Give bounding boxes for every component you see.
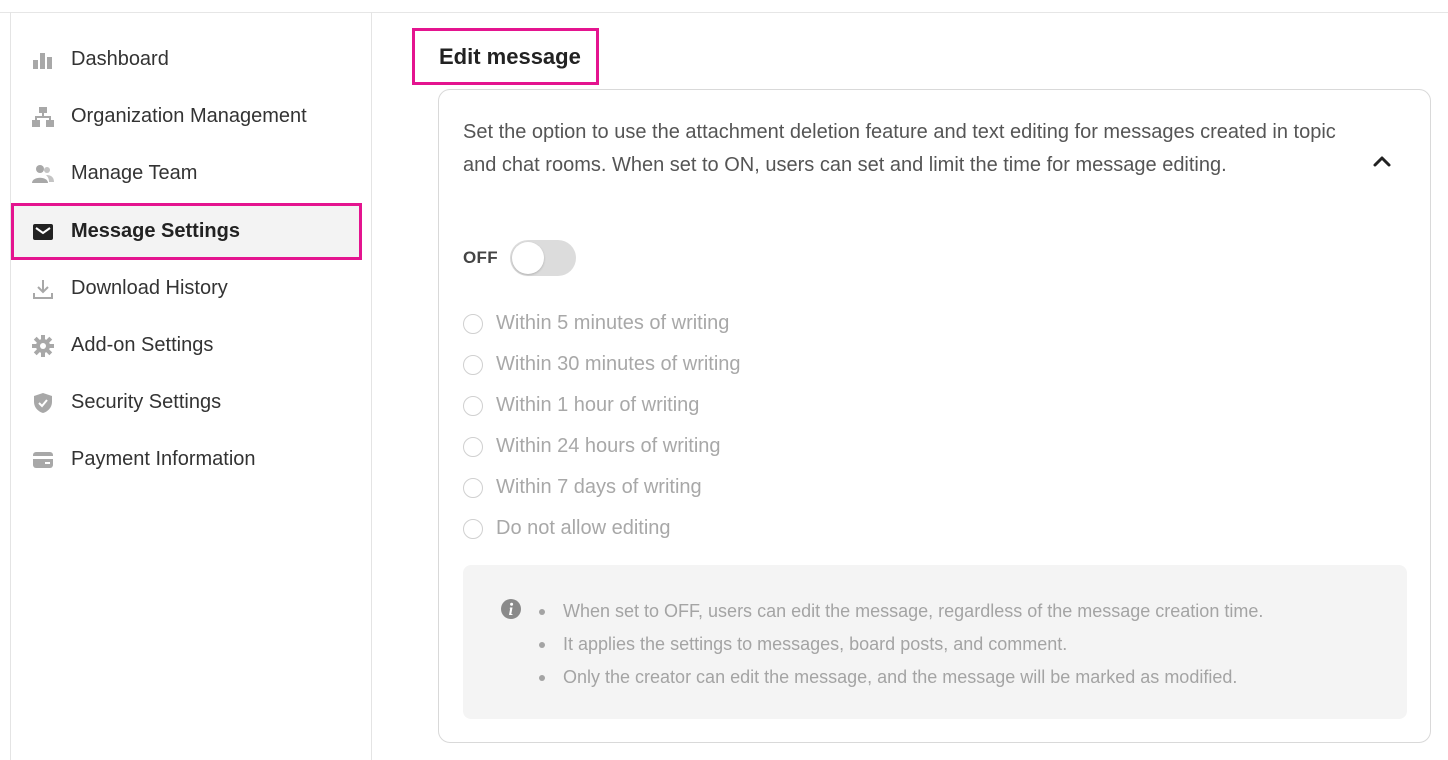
sidebar-item-message-settings[interactable]: Message Settings — [11, 203, 362, 260]
sidebar-item-label: Organization Management — [71, 105, 307, 127]
info-icon — [500, 598, 522, 620]
sidebar-item-label: Download History — [71, 277, 228, 299]
envelope-icon — [32, 221, 54, 243]
info-item: It applies the settings to messages, boa… — [539, 628, 1263, 661]
radio-option-label: Within 1 hour of writing — [496, 394, 700, 416]
edit-time-options: Within 5 minutes of writing Within 30 mi… — [463, 303, 741, 549]
card-description: Set the option to use the attachment del… — [463, 121, 1336, 176]
sidebar-item-label: Manage Team — [71, 162, 198, 184]
radio-option-label: Within 5 minutes of writing — [496, 312, 730, 334]
sidebar-item-label: Add-on Settings — [71, 334, 214, 356]
radio-button[interactable] — [463, 313, 483, 334]
bullet — [539, 608, 545, 615]
chevron-up-icon[interactable] — [1369, 148, 1395, 174]
radio-button[interactable] — [463, 395, 483, 416]
radio-option-label: Within 24 hours of writing — [496, 435, 721, 457]
radio-option[interactable]: Within 7 days of writing — [463, 467, 741, 508]
sidebar-item-label: Security Settings — [71, 391, 222, 413]
radio-option[interactable]: Do not allow editing — [463, 508, 741, 549]
edit-message-card: Set the option to use the attachment del… — [438, 89, 1431, 743]
shield-icon — [32, 392, 54, 414]
sidebar-item-label: Message Settings — [71, 220, 240, 242]
toggle-state-label: OFF — [463, 248, 498, 267]
edit-message-toggle[interactable] — [509, 240, 576, 276]
info-item-text: When set to OFF, users can edit the mess… — [563, 601, 1264, 621]
info-list: When set to OFF, users can edit the mess… — [539, 595, 1263, 694]
info-item-text: Only the creator can edit the message, a… — [563, 667, 1238, 687]
bullet — [539, 674, 545, 681]
sidebar: Dashboard Organization Management Manage… — [10, 12, 372, 760]
info-item: When set to OFF, users can edit the mess… — [539, 595, 1263, 628]
gear-icon — [32, 334, 54, 357]
radio-option[interactable]: Within 1 hour of writing — [463, 385, 741, 426]
info-box: When set to OFF, users can edit the mess… — [463, 565, 1407, 719]
bullet — [539, 641, 545, 648]
radio-option-label: Within 30 minutes of writing — [496, 353, 741, 375]
sidebar-item-organization-management[interactable]: Organization Management — [11, 88, 362, 145]
org-chart-icon — [32, 106, 54, 128]
radio-option-label: Do not allow editing — [496, 517, 671, 539]
info-item: Only the creator can edit the message, a… — [539, 661, 1263, 694]
sidebar-item-download-history[interactable]: Download History — [11, 260, 362, 317]
sidebar-item-label: Dashboard — [71, 48, 169, 70]
sidebar-item-dashboard[interactable]: Dashboard — [11, 31, 362, 88]
sidebar-item-security-settings[interactable]: Security Settings — [11, 374, 362, 431]
download-icon — [32, 278, 54, 300]
radio-option[interactable]: Within 30 minutes of writing — [463, 344, 741, 385]
section-title: Edit message — [412, 28, 599, 85]
bar-chart-icon — [32, 49, 54, 71]
radio-button[interactable] — [463, 436, 483, 457]
radio-option-label: Within 7 days of writing — [496, 476, 702, 498]
toggle-knob — [511, 242, 544, 274]
toggle-row: OFF — [463, 240, 576, 276]
radio-option[interactable]: Within 5 minutes of writing — [463, 303, 741, 344]
radio-option[interactable]: Within 24 hours of writing — [463, 426, 741, 467]
sidebar-item-add-on-settings[interactable]: Add-on Settings — [11, 317, 362, 374]
sidebar-item-manage-team[interactable]: Manage Team — [11, 145, 362, 202]
radio-button[interactable] — [463, 354, 483, 375]
radio-button[interactable] — [463, 477, 483, 498]
radio-button[interactable] — [463, 518, 483, 539]
sidebar-item-payment-information[interactable]: Payment Information — [11, 431, 362, 488]
credit-card-icon — [32, 449, 54, 471]
info-item-text: It applies the settings to messages, boa… — [563, 634, 1068, 654]
team-icon — [32, 163, 54, 185]
sidebar-item-label: Payment Information — [71, 448, 256, 470]
